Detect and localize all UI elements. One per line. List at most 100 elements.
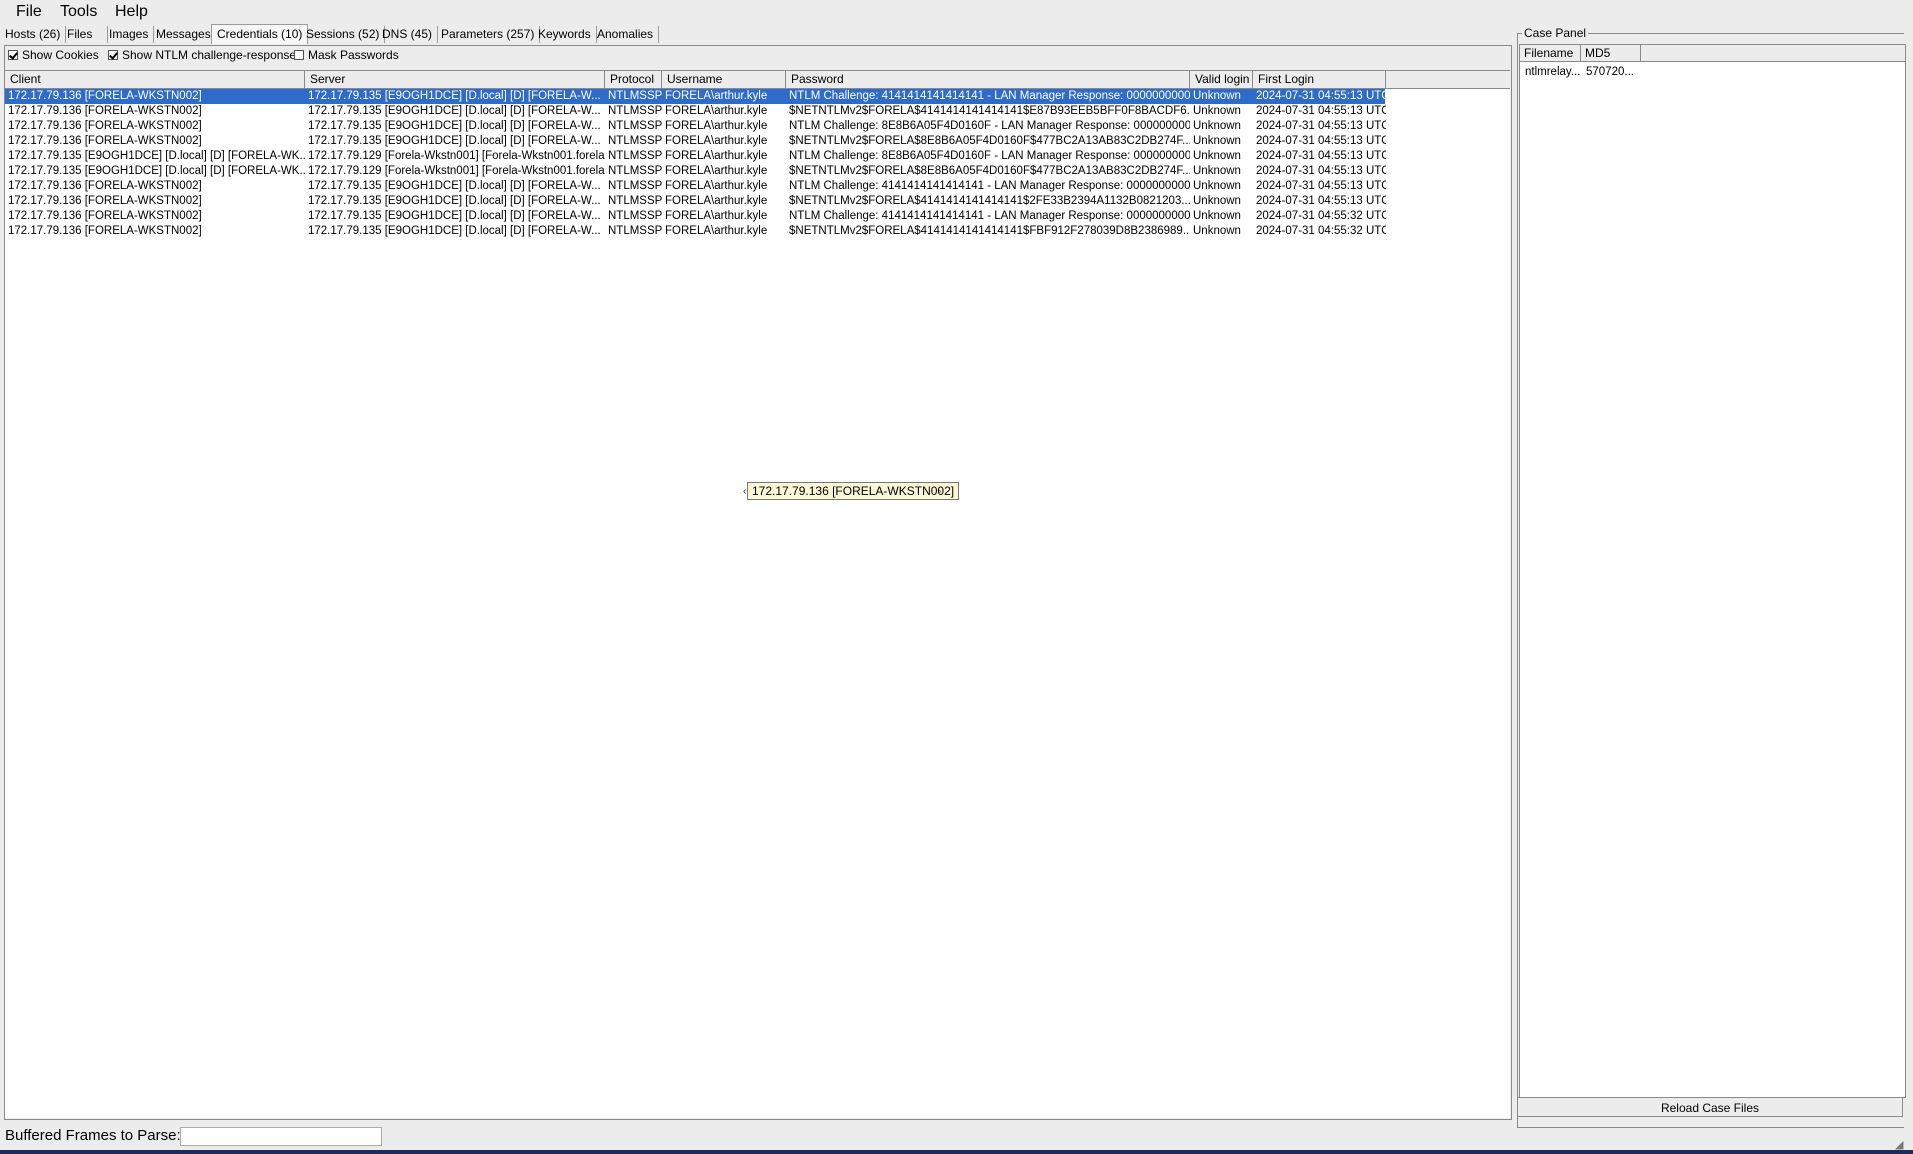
col-md5[interactable]: MD5	[1581, 45, 1641, 62]
cell-protocol: NTLMSSP	[608, 165, 662, 177]
cell-server: 172.17.79.135 [E9OGH1DCE] [D.local] [D] …	[308, 195, 601, 207]
case-file-name[interactable]: ntlmrelay...	[1522, 65, 1580, 80]
cell-password: $NETNTLMv2$FORELA$4141414141414141$E87B9…	[789, 105, 1190, 117]
table-row[interactable]: 172.17.79.135 [E9OGH1DCE] [D.local] [D] …	[5, 149, 1386, 164]
cell-protocol: NTLMSSP	[608, 150, 662, 162]
cell-first-login: 2024-07-31 04:55:32 UTC	[1256, 210, 1386, 222]
cell-server: 172.17.79.135 [E9OGH1DCE] [D.local] [D] …	[308, 180, 601, 192]
cell-server: 172.17.79.135 [E9OGH1DCE] [D.local] [D] …	[308, 210, 601, 222]
cell-first-login: 2024-07-31 04:55:13 UTC	[1256, 195, 1386, 207]
cell-username: FORELA\arthur.kyle	[665, 225, 768, 237]
col-username[interactable]: Username	[662, 71, 786, 88]
cell-client: 172.17.79.136 [FORELA-WKSTN002]	[8, 105, 202, 117]
cell-password: NTLM Challenge: 4141414141414141 - LAN M…	[789, 210, 1190, 222]
cell-client: 172.17.79.136 [FORELA-WKSTN002]	[8, 90, 202, 102]
reload-case-files-button[interactable]: Reload Case Files	[1517, 1097, 1903, 1117]
cell-server: 172.17.79.135 [E9OGH1DCE] [D.local] [D] …	[308, 105, 601, 117]
cell-protocol: NTLMSSP	[608, 195, 662, 207]
cell-server: 172.17.79.129 [Forela-Wkstn001] [Forela-…	[308, 150, 605, 162]
table-row[interactable]: 172.17.79.136 [FORELA-WKSTN002] 172.17.79…	[5, 119, 1386, 134]
tab-messages[interactable]: Messages	[151, 26, 217, 43]
show-cookies-checkbox[interactable]: Show Cookies	[8, 48, 99, 62]
cell-valid-login: Unknown	[1193, 225, 1241, 237]
cell-valid-login: Unknown	[1193, 105, 1241, 117]
cell-valid-login: Unknown	[1193, 135, 1241, 147]
tab-dns[interactable]: DNS (45)	[377, 26, 439, 43]
col-filename[interactable]: Filename	[1520, 45, 1581, 62]
col-first-login[interactable]: First Login	[1253, 71, 1386, 88]
buffered-frames-progress	[180, 1127, 382, 1146]
cell-protocol: NTLMSSP	[608, 105, 662, 117]
checkbox-checked-icon	[8, 50, 18, 60]
col-client[interactable]: Client	[5, 71, 305, 88]
cell-valid-login: Unknown	[1193, 90, 1241, 102]
tab-keywords[interactable]: Keywords	[533, 26, 597, 43]
menu-file[interactable]: File	[16, 3, 42, 21]
cell-valid-login: Unknown	[1193, 165, 1241, 177]
show-ntlm-checkbox[interactable]: Show NTLM challenge-response	[108, 48, 296, 62]
table-row[interactable]: 172.17.79.136 [FORELA-WKSTN002] 172.17.79…	[5, 194, 1386, 209]
taskbar-edge	[0, 1150, 1913, 1154]
cell-password: $NETNTLMv2$FORELA$4141414141414141$2FE33…	[789, 195, 1190, 207]
tab-parameters[interactable]: Parameters (257)	[436, 26, 541, 43]
cell-server: 172.17.79.135 [E9OGH1DCE] [D.local] [D] …	[308, 225, 601, 237]
table-row[interactable]: 172.17.79.136 [FORELA-WKSTN002] 172.17.79…	[5, 209, 1386, 224]
cell-first-login: 2024-07-31 04:55:13 UTC	[1256, 120, 1386, 132]
cell-first-login: 2024-07-31 04:55:13 UTC	[1256, 90, 1386, 102]
cell-username: FORELA\arthur.kyle	[665, 120, 768, 132]
menu-bar: File Tools Help	[0, 0, 1913, 26]
table-row[interactable]: 172.17.79.136 [FORELA-WKSTN002] 172.17.79…	[5, 134, 1386, 149]
table-row[interactable]: 172.17.79.135 [E9OGH1DCE] [D.local] [D] …	[5, 164, 1386, 179]
cell-valid-login: Unknown	[1193, 210, 1241, 222]
cell-password: NTLM Challenge: 4141414141414141 - LAN M…	[789, 90, 1190, 102]
buffered-frames-label: Buffered Frames to Parse:	[5, 1127, 181, 1144]
cell-first-login: 2024-07-31 04:55:32 UTC	[1256, 225, 1386, 237]
cell-valid-login: Unknown	[1193, 195, 1241, 207]
table-row[interactable]: 172.17.79.136 [FORELA-WKSTN002] 172.17.79…	[5, 104, 1386, 119]
table-row[interactable]: 172.17.79.136 [FORELA-WKSTN002] 172.17.79…	[5, 179, 1386, 194]
tab-hosts[interactable]: Hosts (26)	[0, 26, 67, 43]
cell-username: FORELA\arthur.kyle	[665, 150, 768, 162]
cell-tooltip: 172.17.79.136 [FORELA-WKSTN002]	[747, 482, 960, 500]
cell-username: FORELA\arthur.kyle	[665, 180, 768, 192]
show-ntlm-label: Show NTLM challenge-response	[122, 48, 297, 62]
menu-help[interactable]: Help	[115, 3, 148, 21]
tab-anomalies[interactable]: Anomalies	[592, 26, 660, 43]
cell-server: 172.17.79.135 [E9OGH1DCE] [D.local] [D] …	[308, 120, 601, 132]
col-protocol[interactable]: Protocol	[605, 71, 662, 88]
cell-client: 172.17.79.136 [FORELA-WKSTN002]	[8, 225, 202, 237]
tooltip-right-marker: ›	[938, 486, 942, 497]
cell-protocol: NTLMSSP	[608, 120, 662, 132]
cell-server: 172.17.79.135 [E9OGH1DCE] [D.local] [D] …	[308, 135, 601, 147]
cell-first-login: 2024-07-31 04:55:13 UTC	[1256, 165, 1386, 177]
menu-tools[interactable]: Tools	[60, 3, 97, 21]
cell-client: 172.17.79.135 [E9OGH1DCE] [D.local] [D] …	[8, 165, 305, 177]
mask-passwords-checkbox[interactable]: Mask Passwords	[294, 48, 399, 62]
tab-files[interactable]: Files	[62, 26, 108, 43]
tab-images[interactable]: Images	[104, 26, 155, 43]
cell-client: 172.17.79.135 [E9OGH1DCE] [D.local] [D] …	[8, 150, 305, 162]
tab-sessions[interactable]: Sessions (52)	[301, 26, 386, 43]
case-panel-title: Case Panel	[1522, 26, 1589, 40]
table-row[interactable]: 172.17.79.136 [FORELA-WKSTN002] 172.17.79…	[5, 224, 1386, 239]
cell-first-login: 2024-07-31 04:55:13 UTC	[1256, 135, 1386, 147]
table-row[interactable]: 172.17.79.136 [FORELA-WKSTN002] 172.17.79…	[5, 89, 1386, 104]
cell-password: NTLM Challenge: 4141414141414141 - LAN M…	[789, 180, 1190, 192]
cell-username: FORELA\arthur.kyle	[665, 90, 768, 102]
cell-client: 172.17.79.136 [FORELA-WKSTN002]	[8, 210, 202, 222]
cell-valid-login: Unknown	[1193, 180, 1241, 192]
case-file-md5[interactable]: 570720...	[1583, 65, 1634, 80]
case-files-table: Filename MD5 ntlmrelay... 570720...	[1519, 44, 1906, 1098]
cell-password: $NETNTLMv2$FORELA$8E8B6A05F4D0160F$477BC…	[789, 135, 1190, 147]
table-header: Client Server Protocol Username Password…	[5, 71, 1510, 89]
tab-credentials[interactable]: Credentials (10)	[211, 24, 309, 44]
cell-password: NTLM Challenge: 8E8B6A05F4D0160F - LAN M…	[789, 150, 1190, 162]
col-password[interactable]: Password	[786, 71, 1190, 88]
cell-first-login: 2024-07-31 04:55:13 UTC	[1256, 150, 1386, 162]
cell-server: 172.17.79.129 [Forela-Wkstn001] [Forela-…	[308, 165, 605, 177]
credentials-table: Client Server Protocol Username Password…	[5, 70, 1510, 1118]
cell-valid-login: Unknown	[1193, 120, 1241, 132]
cell-protocol: NTLMSSP	[608, 180, 662, 192]
col-valid-login[interactable]: Valid login	[1190, 71, 1253, 88]
col-server[interactable]: Server	[305, 71, 605, 88]
